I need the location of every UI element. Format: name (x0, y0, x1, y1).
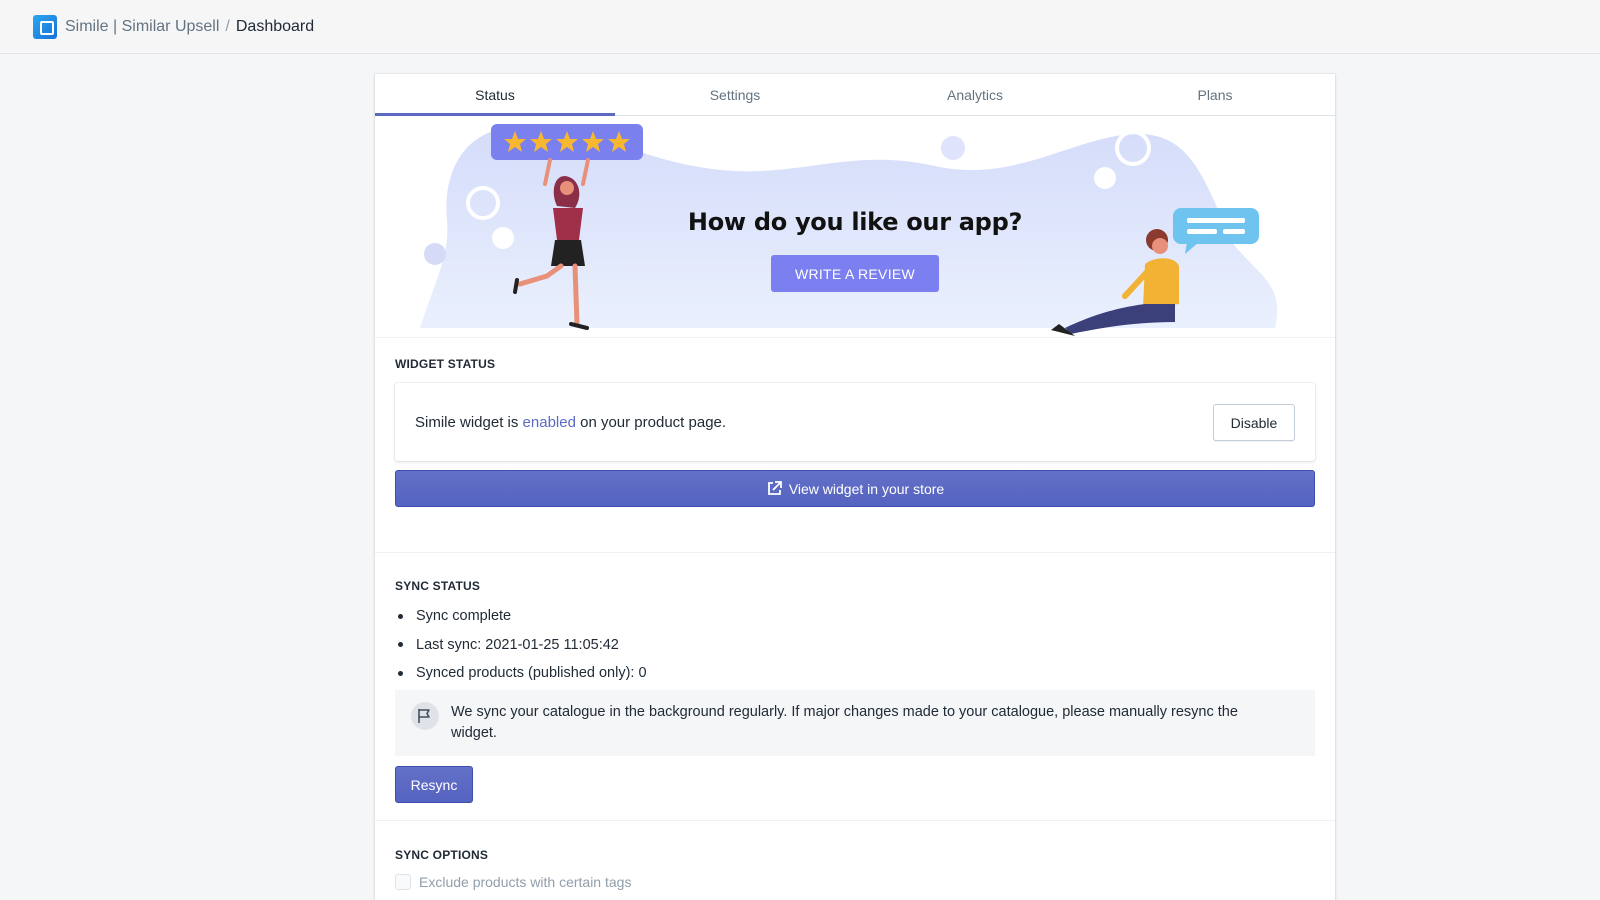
app-logo-icon[interactable] (33, 14, 57, 39)
review-banner: How do you like our app? WRITE A REVIEW (375, 116, 1335, 338)
widget-status-text: Simile widget is enabled on your product… (415, 414, 726, 431)
sync-status-section: SYNC STATUS Sync complete Last sync: 202… (375, 552, 1335, 814)
status-text-before: Simile widget is (415, 413, 523, 431)
write-review-button[interactable]: WRITE A REVIEW (771, 255, 939, 292)
flag-icon (411, 702, 439, 730)
sync-options-title: SYNC OPTIONS (395, 848, 489, 862)
exclude-tags-label[interactable]: Exclude products with certain tags (419, 874, 631, 890)
dashboard-card: Status Settings Analytics Plans How do y… (375, 74, 1335, 900)
breadcrumb-separator: / (225, 17, 230, 35)
tab-settings[interactable]: Settings (615, 74, 855, 115)
breadcrumb-app[interactable]: Simile | Similar Upsell (65, 18, 219, 36)
widget-state: enabled (522, 413, 576, 431)
sync-status-list: Sync complete Last sync: 2021-01-25 11:0… (395, 602, 647, 688)
rating-stars-icon (491, 124, 643, 160)
breadcrumb-page: Dashboard (235, 17, 315, 35)
widget-status-title: WIDGET STATUS (395, 357, 496, 371)
sync-options-section: SYNC OPTIONS Exclude products with certa… (375, 820, 1335, 900)
exclude-tags-checkbox[interactable] (395, 874, 411, 890)
external-link-icon (767, 481, 782, 495)
tab-analytics[interactable]: Analytics (855, 74, 1095, 115)
exclude-tags-option[interactable]: Exclude products with certain tags (395, 874, 631, 890)
disable-button[interactable]: Disable (1213, 404, 1295, 441)
list-item: Sync complete (395, 602, 647, 631)
list-item: Last sync: 2021-01-25 11:05:42 (395, 631, 647, 660)
status-text-after: on your product page. (575, 413, 727, 431)
widget-status-section: WIDGET STATUS Simile widget is enabled o… (375, 338, 1335, 533)
tab-bar: Status Settings Analytics Plans (375, 74, 1335, 116)
top-bar: Simile | Similar Upsell / Dashboard (0, 0, 1600, 54)
widget-status-box: Simile widget is enabled on your product… (395, 383, 1315, 461)
list-item: Synced products (published only): 0 (395, 659, 647, 688)
sync-status-title: SYNC STATUS (395, 579, 481, 593)
resync-button[interactable]: Resync (395, 766, 473, 803)
tab-plans[interactable]: Plans (1095, 74, 1335, 115)
sync-info-callout: We sync your catalogue in the background… (395, 690, 1315, 756)
tab-status[interactable]: Status (375, 74, 615, 116)
view-widget-button[interactable]: View widget in your store (395, 470, 1315, 507)
view-widget-label: View widget in your store (788, 480, 945, 497)
banner-title: How do you like our app? (687, 208, 1023, 236)
sync-info-text: We sync your catalogue in the background… (451, 704, 1238, 741)
